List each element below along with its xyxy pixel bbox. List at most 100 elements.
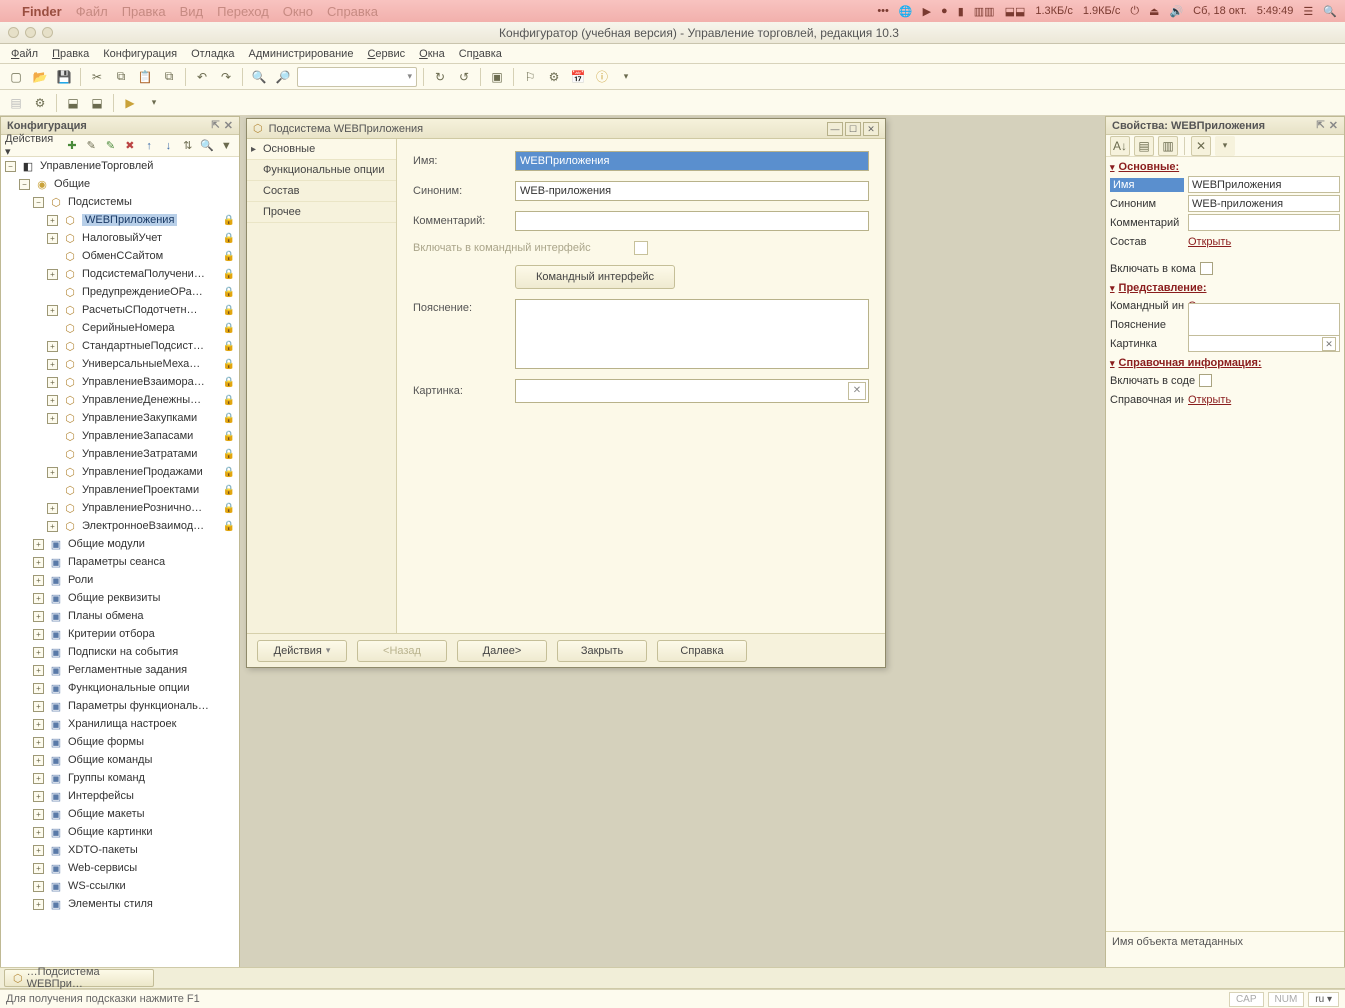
expand-icon[interactable]: + <box>33 755 44 766</box>
modal-titlebar[interactable]: ⬡ Подсистема WEBПриложения — ☐ ✕ <box>247 119 885 139</box>
sort-icon[interactable]: ⇅ <box>179 137 196 155</box>
gear-db-icon[interactable]: ⚙ <box>30 93 50 113</box>
mac-menu-window[interactable]: Окно <box>283 4 313 19</box>
actions-menu[interactable]: Действия ▾ <box>5 133 61 158</box>
prop-syn-input[interactable]: WEB-приложения <box>1188 195 1340 212</box>
taskbar-item[interactable]: ⬡ …Подсистема WEBПри… <box>4 969 154 987</box>
prop-name-label[interactable]: Имя <box>1110 178 1184 192</box>
collapse-icon[interactable]: − <box>19 179 30 190</box>
close-button[interactable]: Закрыть <box>557 640 647 662</box>
step2-icon[interactable]: ⬓ <box>87 93 107 113</box>
down-icon[interactable]: ↓ <box>160 137 177 155</box>
tree-item[interactable]: +▣Функциональные опции <box>1 679 239 697</box>
nav-basic[interactable]: Основные <box>247 139 396 160</box>
filter-icon[interactable]: ▼ <box>218 137 235 155</box>
redo-icon[interactable]: ↷ <box>216 67 236 87</box>
globe-icon[interactable]: 🌐 <box>899 5 913 18</box>
expand-icon[interactable]: + <box>33 773 44 784</box>
tree-subsystem-item[interactable]: +⬡УниверсальныеМеха…🔒 <box>1 355 239 373</box>
tree-item[interactable]: +▣Общие формы <box>1 733 239 751</box>
add-icon[interactable]: ✚ <box>63 137 80 155</box>
expand-icon[interactable]: + <box>47 377 58 388</box>
mac-menu-view[interactable]: Вид <box>180 4 204 19</box>
tree-item[interactable]: +▣Web-сервисы <box>1 859 239 877</box>
bars-icon[interactable]: ▥▥ <box>974 5 995 18</box>
tree-subsystem-item[interactable]: ⬡ПредупреждениеОРа…🔒 <box>1 283 239 301</box>
config-tree[interactable]: − ◧ УправлениеТорговлей − ◉ Общие − ⬡ По… <box>1 157 239 979</box>
nav-funcopt[interactable]: Функциональные опции <box>247 160 396 181</box>
spotlight-icon[interactable]: 🔍 <box>1323 5 1337 18</box>
menu-service[interactable]: Сервис <box>362 46 410 62</box>
run-icon[interactable]: ▶ <box>120 93 140 113</box>
expand-icon[interactable]: + <box>47 359 58 370</box>
expand-icon[interactable]: + <box>33 881 44 892</box>
pin-icon[interactable]: ⇱ <box>1316 120 1324 131</box>
tree-item[interactable]: +▣XDTO-пакеты <box>1 841 239 859</box>
expand-icon[interactable]: + <box>33 593 44 604</box>
volume-icon[interactable]: 🔊 <box>1169 5 1183 18</box>
expand-icon[interactable]: + <box>33 899 44 910</box>
search-combo[interactable] <box>297 67 417 87</box>
tree-item[interactable]: +▣Интерфейсы <box>1 787 239 805</box>
prop-name-input[interactable]: WEBПриложения <box>1188 176 1340 193</box>
expand-icon[interactable]: + <box>47 305 58 316</box>
step-icon[interactable]: ⬓ <box>63 93 83 113</box>
open-icon[interactable]: 📂 <box>30 67 50 87</box>
expand-icon[interactable]: + <box>33 629 44 640</box>
collapse-icon[interactable]: − <box>5 161 16 172</box>
tree-item[interactable]: +▣Общие модули <box>1 535 239 553</box>
dots-icon[interactable]: ••• <box>877 5 889 17</box>
play-icon[interactable]: ▶ <box>923 5 931 18</box>
input-synonym[interactable]: WEB-приложения <box>515 181 869 201</box>
tree-subsystem-item[interactable]: +⬡НалоговыйУчет🔒 <box>1 229 239 247</box>
minimize-icon[interactable]: — <box>827 122 843 136</box>
tree-subsystem-item[interactable]: ⬡СерийныеНомера🔒 <box>1 319 239 337</box>
tree-item[interactable]: +▣Элементы стиля <box>1 895 239 913</box>
edit-icon[interactable]: ✎ <box>102 137 119 155</box>
input-name[interactable]: WEBПриложения <box>515 151 869 171</box>
clear-picture-icon[interactable]: ✕ <box>848 382 866 400</box>
expand-icon[interactable]: + <box>47 233 58 244</box>
tree-root[interactable]: − ◧ УправлениеТорговлей <box>1 157 239 175</box>
menu-windows[interactable]: Окна <box>414 46 450 62</box>
help-button[interactable]: Справка <box>657 640 747 662</box>
properties-body[interactable]: Основные: ИмяWEBПриложения СинонимWEB-пр… <box>1106 157 1344 931</box>
mac-menu-go[interactable]: Переход <box>217 4 269 19</box>
toggle-icon[interactable]: ⏻ <box>1130 5 1139 18</box>
expand-icon[interactable]: + <box>33 719 44 730</box>
expand-icon[interactable]: + <box>47 413 58 424</box>
expand-icon[interactable]: + <box>33 683 44 694</box>
mac-menu-help[interactable]: Справка <box>327 4 378 19</box>
command-interface-button[interactable]: Командный интерфейс <box>515 265 675 289</box>
tree-item[interactable]: +▣Параметры сеанса <box>1 553 239 571</box>
tree-subsystem-item[interactable]: +⬡ПодсистемаПолучени…🔒 <box>1 265 239 283</box>
expand-icon[interactable]: + <box>33 845 44 856</box>
save-icon[interactable]: 💾 <box>54 67 74 87</box>
expand-icon[interactable]: + <box>47 503 58 514</box>
tree-common[interactable]: − ◉ Общие <box>1 175 239 193</box>
sort-cat-icon[interactable]: ▤ <box>1134 136 1154 156</box>
tree-subsystem-item[interactable]: +⬡УправлениеЗакупками🔒 <box>1 409 239 427</box>
mac-menu-file[interactable]: Файл <box>76 4 108 19</box>
tree-item[interactable]: +▣Общие команды <box>1 751 239 769</box>
checkbox-include-cmd[interactable] <box>634 241 648 255</box>
open-ref-link[interactable]: Открыть <box>1188 394 1231 406</box>
tree-item[interactable]: +▣Планы обмена <box>1 607 239 625</box>
eject-icon[interactable]: ⏏ <box>1149 5 1159 18</box>
tree-item[interactable]: +▣Роли <box>1 571 239 589</box>
del-icon[interactable]: ✖ <box>121 137 138 155</box>
graph-icon[interactable]: ⬓⬓ <box>1005 5 1026 18</box>
open-content-link[interactable]: Открыть <box>1188 236 1231 248</box>
mac-menu-edit[interactable]: Правка <box>122 4 166 19</box>
menu-config[interactable]: Конфигурация <box>98 46 182 62</box>
expand-icon[interactable]: + <box>33 557 44 568</box>
back-button[interactable]: <Назад <box>357 640 447 662</box>
tree-subsystem-item[interactable]: +⬡СтандартныеПодсист…🔒 <box>1 337 239 355</box>
mac-time[interactable]: 5:49:49 <box>1257 5 1294 17</box>
status-lang[interactable]: ru ▾ <box>1308 992 1339 1007</box>
battery-icon[interactable]: ▮ <box>958 5 964 18</box>
list-icon[interactable]: ☰ <box>1303 5 1313 18</box>
tree-item[interactable]: +▣Параметры функциональ… <box>1 697 239 715</box>
tree-subsystem-item[interactable]: ⬡УправлениеЗатратами🔒 <box>1 445 239 463</box>
mac-app-name[interactable]: Finder <box>22 4 62 19</box>
